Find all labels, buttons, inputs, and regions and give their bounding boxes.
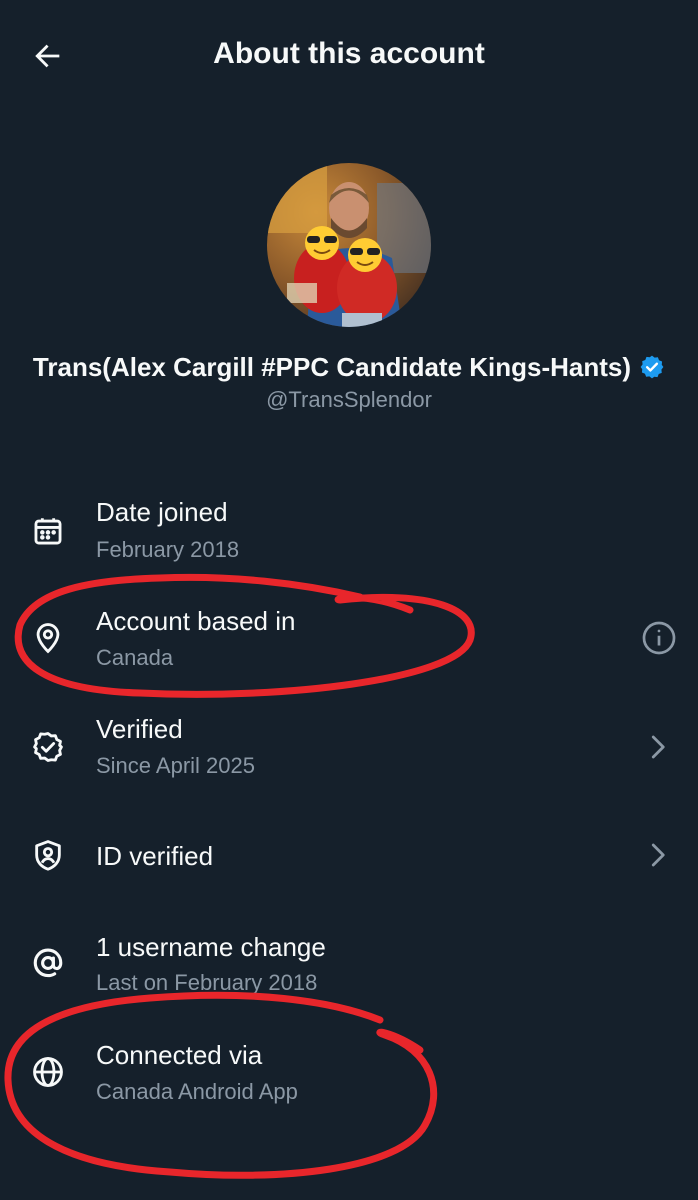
top-app-bar: About this account (0, 0, 698, 110)
profile-handle: @TransSplendor (266, 387, 432, 412)
verified-check-icon (29, 728, 67, 766)
calendar-icon (29, 512, 67, 550)
row-subtitle: Last on February 2018 (96, 970, 318, 995)
row-subtitle: February 2018 (96, 537, 240, 562)
row-id-verified[interactable]: ID verified (0, 814, 698, 914)
display-name-line: Trans(Alex Cargill #PPC Candidate Kings-… (0, 352, 698, 387)
row-subtitle: Since April 2025 (96, 753, 255, 778)
page-title: About this account (213, 37, 485, 70)
row-username-change: 1 username change Last on February 2018 (0, 924, 698, 1024)
row-connected-via: Connected via Canada Android App (0, 1032, 698, 1132)
display-name: Trans(Alex Cargill #PPC Candidate Kings-… (32, 352, 632, 382)
row-title: Connected via (96, 1040, 263, 1070)
row-account-based-in: Account based in Canada (0, 598, 698, 698)
row-title: Account based in (96, 606, 296, 636)
row-title: ID verified (96, 841, 214, 871)
row-verified[interactable]: Verified Since April 2025 (0, 706, 698, 806)
row-subtitle: Canada (96, 645, 174, 670)
verified-badge-icon (639, 354, 665, 387)
chevron-right-icon (638, 836, 676, 874)
row-title: 1 username change (96, 932, 326, 962)
globe-icon (29, 1053, 67, 1091)
row-title: Date joined (96, 497, 228, 527)
at-sign-icon (29, 944, 67, 982)
location-pin-icon (29, 619, 67, 657)
shield-user-icon (29, 836, 67, 874)
row-date-joined: Date joined February 2018 (0, 490, 698, 590)
profile-avatar[interactable] (267, 163, 431, 327)
row-subtitle: Canada Android App (96, 1079, 298, 1104)
chevron-right-icon (638, 728, 676, 766)
row-title: Verified (96, 714, 183, 744)
info-icon[interactable] (640, 619, 678, 657)
